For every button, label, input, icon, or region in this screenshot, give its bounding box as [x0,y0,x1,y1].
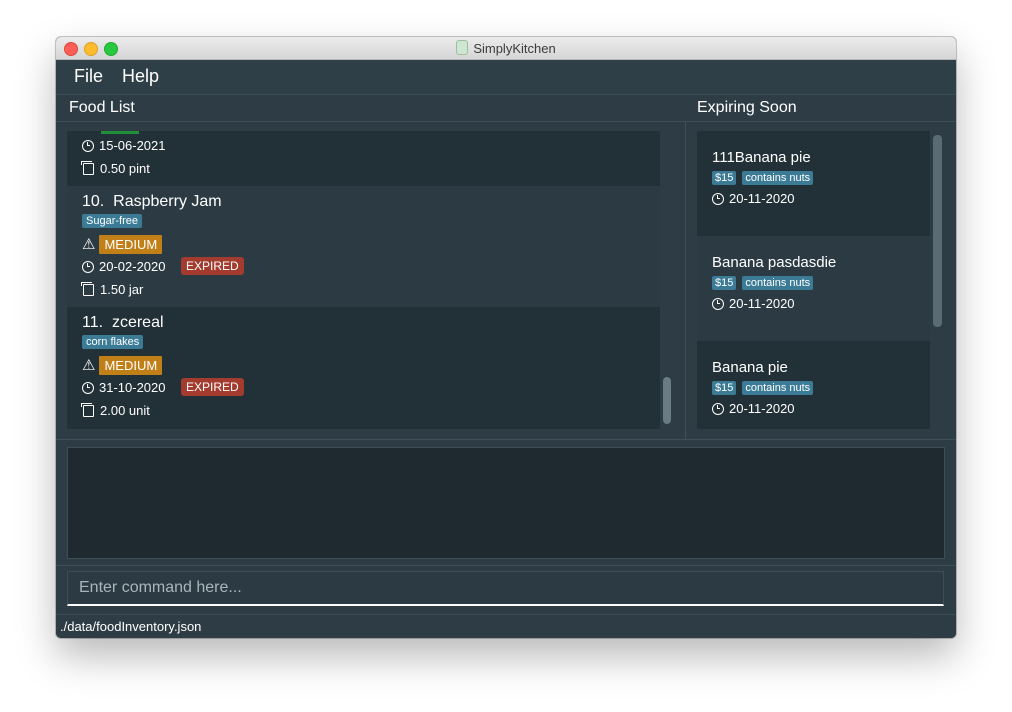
expiry-date: 20-11-2020 [729,296,795,311]
menu-file[interactable]: File [74,66,103,87]
expired-badge: EXPIRED [181,257,244,275]
clock-icon [712,192,724,205]
allergy-tag: contains nuts [742,381,814,395]
quantity-icon [81,160,94,175]
command-input[interactable] [68,572,943,604]
food-name: zcereal [111,314,164,331]
data-file-path: ./data/foodInventory.json [60,619,202,634]
expiry-date: 15-06-2021 [99,138,166,153]
quantity-row: 1.50 jar [81,281,144,297]
priority-row: ⚠ MEDIUM [82,356,163,375]
food-list-item[interactable]: 10. Raspberry Jam Sugar-free ⚠ MEDIUM 20… [67,186,660,307]
priority-indicator [101,131,139,134]
expiring-list-scrollbar[interactable] [933,135,942,327]
priority-row: ⚠ MEDIUM [82,235,163,254]
app-icon [456,40,469,55]
quantity-icon [81,402,94,417]
expiring-item-date: 20-11-2020 [712,191,795,206]
allergy-tag: contains nuts [742,171,814,185]
food-index: 10. [82,193,105,210]
food-title: 11. zcereal [82,314,164,332]
expiring-item[interactable]: 111Banana pie $15 contains nuts 20-11-20… [697,131,930,236]
food-name: Raspberry Jam [113,193,222,210]
quantity-value: 1.50 jar [100,282,144,297]
warning-icon: ⚠ [82,357,96,374]
window-title-text: SimplyKitchen [473,41,556,56]
food-list-item[interactable]: 11. zcereal corn flakes ⚠ MEDIUM 31-10-2… [67,307,660,429]
expiring-item-date: 20-11-2020 [712,296,795,311]
menu-bar: File Help [56,60,956,95]
expiry-row: 31-10-2020 [82,380,166,395]
expiry-date: 20-02-2020 [99,259,166,274]
clock-icon [712,402,724,415]
clock-icon [82,260,94,273]
warning-icon: ⚠ [82,236,96,253]
expiry-date: 20-11-2020 [729,191,795,206]
expiring-item-tags: $15 contains nuts [712,171,814,185]
priority-badge: MEDIUM [99,235,163,254]
price-tag: $15 [712,171,737,185]
quantity-value: 0.50 pint [100,161,150,176]
food-index: 11. [82,314,104,331]
priority-badge: MEDIUM [99,356,163,375]
app-window: SimplyKitchen File Help Food List Expiri… [56,37,956,638]
clock-icon [82,139,94,152]
food-list-scrollbar[interactable] [663,377,671,424]
quantity-row: 2.00 unit [81,402,150,418]
expiry-row: 15-06-2021 [82,138,166,153]
quantity-icon [81,281,94,296]
panel-divider [685,121,686,439]
expiring-item[interactable]: Banana pasdasdie $15 contains nuts 20-11… [697,236,930,341]
title-bar: SimplyKitchen [56,37,956,60]
price-tag: $15 [712,276,737,290]
price-tag: $15 [712,381,737,395]
food-list[interactable]: 15-06-2021 0.50 pint 10. Raspberry Jam S… [67,131,660,429]
expiring-item[interactable]: Banana pie $15 contains nuts 20-11-2020 [697,341,930,429]
result-divider [56,439,956,440]
expired-badge: EXPIRED [181,378,244,396]
expiry-row: 20-02-2020 [82,259,166,274]
status-bar: ./data/foodInventory.json [56,614,956,638]
clock-icon [82,381,94,394]
expiring-item-name: Banana pie [712,359,788,376]
allergy-tag: contains nuts [742,276,814,290]
quantity-value: 2.00 unit [100,403,150,418]
expiry-date: 31-10-2020 [99,380,166,395]
food-tag: corn flakes [82,335,144,349]
food-title: 10. Raspberry Jam [82,193,222,211]
expiring-item-name: 111Banana pie [712,149,811,166]
expiring-soon-list[interactable]: 111Banana pie $15 contains nuts 20-11-20… [697,131,930,429]
command-box[interactable] [67,571,944,606]
food-tag: Sugar-free [82,214,142,228]
expiring-item-name: Banana pasdasdie [712,254,837,271]
clock-icon [712,297,724,310]
expiring-item-tags: $15 contains nuts [712,276,814,290]
expiring-item-date: 20-11-2020 [712,401,795,416]
food-list-item[interactable]: 15-06-2021 0.50 pint [67,131,660,186]
header-divider [56,121,956,122]
result-display[interactable] [67,447,945,559]
expiring-item-tags: $15 contains nuts [712,381,814,395]
window-title: SimplyKitchen [56,40,956,56]
food-list-heading: Food List [69,99,135,116]
menu-help[interactable]: Help [122,66,159,87]
expiry-date: 20-11-2020 [729,401,795,416]
expiring-soon-heading: Expiring Soon [697,99,797,116]
command-divider [56,565,956,566]
quantity-row: 0.50 pint [81,160,150,176]
